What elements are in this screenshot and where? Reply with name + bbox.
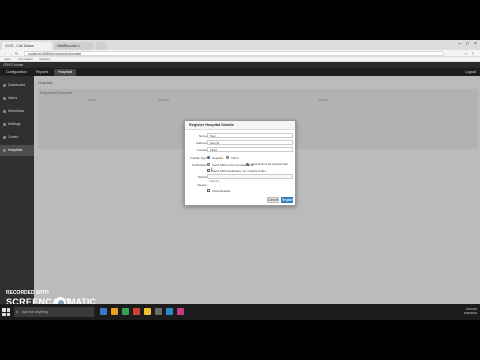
tab-label: Reports [36, 70, 49, 74]
windows-taskbar: ⌕ Ask me anything 3:54 PM 10/5/2016 [0, 304, 480, 320]
taskbar-app-icon[interactable] [177, 308, 184, 315]
windows-start-icon[interactable] [2, 308, 10, 316]
clock-date: 10/5/2016 [463, 311, 477, 315]
taskbar-search[interactable]: ⌕ Ask me anything [14, 307, 94, 317]
tab-label: CIVS - Civil Status [5, 44, 34, 48]
sidebar-item-dashboard[interactable]: Dashboard [0, 80, 34, 91]
code-icon [3, 136, 6, 139]
radio-label: Clinic [231, 156, 239, 160]
forward-icon[interactable]: → [9, 51, 13, 56]
menu-icon[interactable]: ≡ [472, 51, 474, 56]
taskbar-app-icon[interactable] [100, 308, 107, 315]
sidebar-item-label: Workflows [8, 109, 25, 113]
bookmark-item[interactable]: Registry [40, 57, 51, 61]
workflow-icon [3, 110, 6, 113]
name-label: Name [198, 134, 207, 138]
taskbar-app-icon[interactable] [166, 308, 173, 315]
taskbar-app-icon[interactable] [122, 308, 129, 315]
sidebar-item-label: Dashboard [8, 83, 26, 87]
tab-reports[interactable]: Reports [32, 69, 52, 76]
tab-label: Configuration [6, 70, 27, 74]
watermark-line1: RECORDED WITH [6, 290, 49, 296]
sidebar-item-settings[interactable]: Settings [0, 119, 34, 130]
enable-row: Active/Enable [185, 188, 295, 194]
users-icon [3, 97, 6, 100]
desktop-screen: CIVS - Civil Status VitalRecords x – □ ×… [0, 40, 480, 320]
checkbox-label: Active/Enable [212, 189, 231, 193]
close-icon[interactable]: × [472, 41, 479, 47]
address-bar-row: ← → ↻ localhost:8080/civs/admin/hospital… [0, 50, 480, 57]
district-label: District [197, 175, 207, 179]
back-icon[interactable]: ← [3, 51, 7, 56]
reload-icon[interactable]: ↻ [15, 51, 18, 56]
url-input[interactable]: localhost:8080/civs/admin/hospital [24, 51, 444, 56]
sidebar-item-label: Hospitals [8, 148, 23, 152]
browser-tab-active[interactable]: CIVS - Civil Status [2, 42, 52, 50]
tab-hospitals[interactable]: Hospitals [54, 69, 77, 76]
radio-label: Hospital [212, 156, 223, 160]
notify-sms-radio[interactable] [207, 163, 210, 166]
system-clock[interactable]: 3:54 PM 10/5/2016 [464, 307, 477, 315]
facility-type-label: Facility Type [190, 156, 207, 160]
dialog-title: Register Hospital Details [185, 121, 295, 130]
app-nav-bar: Configuration Reports Hospitals Logout [0, 68, 480, 76]
address-input[interactable]: Test St [207, 140, 293, 145]
register-button[interactable]: Register [281, 197, 294, 203]
facility-hospital-radio[interactable] [207, 156, 210, 159]
district-row: District [185, 174, 295, 180]
bookmark-item[interactable]: Apps [4, 57, 11, 61]
contact-input[interactable]: 1234 [207, 147, 293, 152]
sidebar-item-workflows[interactable]: Workflows [0, 106, 34, 117]
register-hospital-dialog: Register Hospital Details Name Test Addr… [184, 120, 296, 206]
search-icon: ⌕ [16, 309, 19, 314]
text-cursor-icon: I [211, 168, 213, 174]
name-row: Name Test [185, 133, 295, 139]
maximize-icon[interactable]: □ [464, 41, 471, 47]
enable-checkbox[interactable] [207, 189, 210, 192]
taskbar-app-icon[interactable] [133, 308, 140, 315]
address-label: Address [195, 141, 207, 145]
multiple-births-checkbox[interactable] [207, 169, 210, 172]
contact-row: Contact 1234 [185, 147, 295, 153]
sidebar-item-hospitals[interactable]: Hospitals [0, 145, 34, 156]
sidebar-item-label: Codes [8, 135, 19, 139]
star-icon[interactable]: ☆ [464, 51, 468, 56]
tab-label: Hospitals [58, 70, 73, 74]
hospital-icon [3, 149, 6, 152]
address-row: Address Test St [185, 140, 295, 146]
app-brand: CRVS Admin [3, 63, 24, 67]
taskbar-app-icon[interactable] [155, 308, 162, 315]
search-placeholder: Ask me anything [22, 310, 48, 314]
gear-icon [3, 123, 6, 126]
logout-link[interactable]: Logout [465, 69, 476, 76]
tab-label: VitalRecords x [57, 44, 80, 48]
contact-label: Contact [196, 148, 207, 152]
dashboard-icon [3, 84, 6, 87]
sidebar-item-label: Settings [8, 122, 21, 126]
sidebar-item-label: Users [8, 96, 18, 100]
sidebar-item-users[interactable]: Users [0, 93, 34, 104]
notify-email-radio[interactable] [246, 163, 249, 166]
sidebar-item-codes[interactable]: Codes [0, 132, 34, 143]
minimize-icon[interactable]: – [456, 41, 463, 47]
district-select[interactable] [207, 174, 293, 179]
browser-tab[interactable]: VitalRecords x [54, 42, 94, 50]
browser-tab-bar: CIVS - Civil Status VitalRecords x – □ × [0, 40, 480, 50]
tab-configuration[interactable]: Configuration [2, 69, 31, 76]
taskbar-app-icon[interactable] [144, 308, 151, 315]
cancel-button[interactable]: Cancel [267, 197, 279, 203]
sidebar: Dashboard Users Workflows Settings Codes… [0, 76, 34, 320]
facility-clinic-radio[interactable] [226, 156, 229, 159]
taskbar-app-icon[interactable] [111, 308, 118, 315]
bookmark-item[interactable]: Civil Status [18, 57, 33, 61]
name-input[interactable]: Test [207, 133, 293, 138]
facility-type-row: Facility Type Hospital Clinic [185, 155, 295, 161]
new-tab-button[interactable] [96, 42, 106, 50]
